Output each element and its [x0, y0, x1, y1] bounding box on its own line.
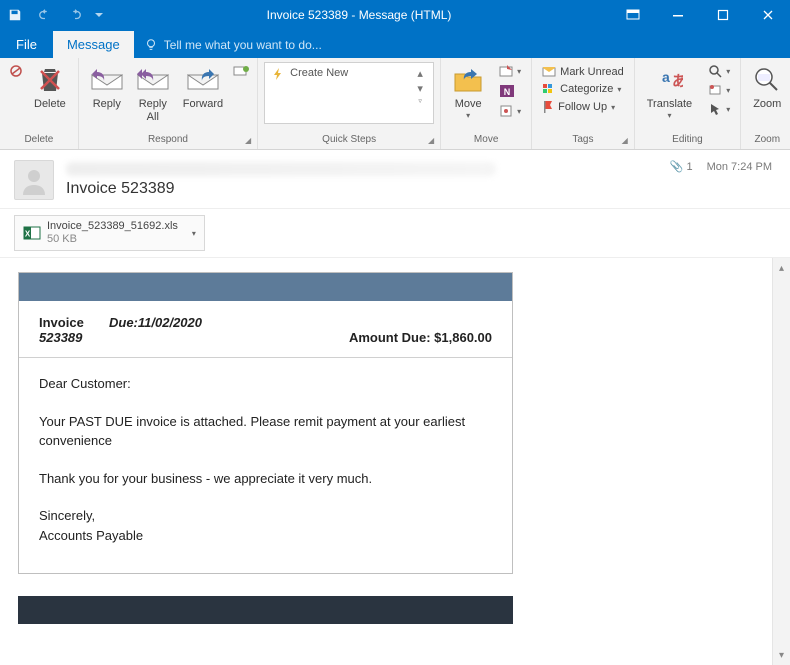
- tab-message[interactable]: Message: [53, 31, 134, 58]
- quicksteps-gallery[interactable]: Create New ▴ ▾ ▿: [264, 62, 434, 124]
- invoice-label: Invoice: [39, 315, 109, 330]
- select-button[interactable]: ▾: [704, 100, 734, 118]
- reply-button[interactable]: Reply: [85, 62, 129, 113]
- dialog-launcher-icon[interactable]: ◢: [245, 136, 251, 145]
- rules-button[interactable]: ▾: [495, 62, 525, 80]
- svg-text:N: N: [504, 87, 511, 97]
- ribbon-group-label: Editing: [641, 134, 734, 147]
- message-timestamp: Mon 7:24 PM: [707, 161, 772, 173]
- reply-all-button[interactable]: Reply All: [131, 62, 175, 125]
- dialog-launcher-icon[interactable]: ◢: [428, 136, 434, 145]
- find-button[interactable]: ▾: [704, 62, 734, 80]
- attachment-size: 50 KB: [47, 233, 178, 246]
- translate-button[interactable]: aあ Translate ▾: [641, 62, 698, 122]
- scrollbar[interactable]: ▴ ▾: [772, 258, 790, 665]
- svg-text:a: a: [662, 69, 670, 85]
- move-button[interactable]: Move ▾: [447, 62, 489, 122]
- mark-unread-button[interactable]: Mark Unread: [538, 64, 628, 80]
- invoice-line1: Your PAST DUE invoice is attached. Pleas…: [39, 412, 492, 451]
- zoom-button[interactable]: Zoom: [747, 62, 787, 113]
- message-body: Invoice 523389 Due:11/02/2020 Amount Due…: [0, 258, 772, 665]
- minimize-button[interactable]: [655, 0, 700, 30]
- attach-count: 📎 1: [670, 160, 693, 173]
- attachment-menu-icon[interactable]: ▾: [192, 229, 196, 238]
- actions-button[interactable]: ▾: [495, 102, 525, 120]
- delete-button[interactable]: Delete: [28, 62, 72, 113]
- sender-recipient-blurred: [66, 162, 496, 176]
- save-icon[interactable]: [0, 0, 30, 30]
- ribbon-group-zoom: Zoom Zoom: [741, 58, 790, 149]
- avatar: [14, 160, 54, 200]
- invoice-due: Due:11/02/2020: [109, 315, 349, 330]
- gallery-more-icon[interactable]: ▿: [418, 97, 422, 105]
- attachment-name: Invoice_523389_51692.xls: [47, 220, 178, 233]
- svg-text:X: X: [25, 230, 31, 239]
- invoice-amount: Amount Due: $1,860.00: [349, 330, 492, 345]
- invoice-number: 523389: [39, 330, 109, 345]
- ribbon-group-editing: aあ Translate ▾ ▾ ▾ ▾ Editing: [635, 58, 741, 149]
- close-button[interactable]: [745, 0, 790, 30]
- message-subject: Invoice 523389: [66, 180, 776, 198]
- scroll-up-icon[interactable]: ▴: [774, 260, 790, 276]
- ribbon-group-move: Move ▾ ▾ N ▾ Move: [441, 58, 532, 149]
- categorize-button[interactable]: Categorize ▾: [538, 81, 628, 97]
- ribbon-group-label: Respond◢: [85, 134, 251, 147]
- ribbon-group-label: Delete: [6, 134, 72, 147]
- invoice-banner: [19, 273, 512, 301]
- ribbon-group-delete: Delete Delete: [0, 58, 79, 149]
- maximize-button[interactable]: [700, 0, 745, 30]
- ribbon-group-label: Quick Steps◢: [264, 134, 434, 147]
- respond-more-button[interactable]: [231, 62, 251, 82]
- ribbon-group-label: Tags◢: [538, 134, 628, 147]
- message-header: Invoice 523389 📎 1 Mon 7:24 PM: [0, 150, 790, 209]
- ribbon-group-tags: Mark Unread Categorize ▾ Follow Up ▾ Tag…: [532, 58, 635, 149]
- svg-text:あ: あ: [672, 73, 683, 90]
- gallery-up-icon[interactable]: ▴: [417, 67, 423, 80]
- ribbon-group-quicksteps: Create New ▴ ▾ ▿ Quick Steps◢: [258, 58, 441, 149]
- scroll-down-icon[interactable]: ▾: [774, 647, 790, 663]
- ribbon-group-label: Move: [447, 134, 525, 147]
- ribbon-display-icon[interactable]: [610, 0, 655, 30]
- dialog-launcher-icon[interactable]: ◢: [622, 136, 628, 145]
- ribbon-group-label: Zoom: [747, 134, 787, 147]
- invoice-greeting: Dear Customer:: [39, 374, 492, 394]
- ribbon: Delete Delete Reply Reply All Forward Re…: [0, 58, 790, 150]
- ribbon-group-respond: Reply Reply All Forward Respond◢: [79, 58, 258, 149]
- invoice-card: Invoice 523389 Due:11/02/2020 Amount Due…: [18, 272, 513, 574]
- ignore-button[interactable]: [6, 62, 26, 82]
- gallery-down-icon[interactable]: ▾: [417, 82, 423, 95]
- excel-icon: X: [23, 224, 41, 242]
- lightning-icon: [271, 67, 285, 81]
- related-button[interactable]: ▾: [704, 81, 734, 99]
- redo-icon[interactable]: [60, 0, 90, 30]
- lightbulb-icon: [144, 38, 158, 52]
- forward-button[interactable]: Forward: [177, 62, 229, 113]
- invoice-signoff1: Sincerely,: [39, 508, 95, 523]
- onenote-button[interactable]: N: [495, 81, 525, 101]
- tab-file[interactable]: File: [0, 31, 53, 58]
- qat-more-icon[interactable]: [90, 0, 108, 30]
- followup-button[interactable]: Follow Up ▾: [538, 98, 628, 116]
- invoice-line2: Thank you for your business - we appreci…: [39, 469, 492, 489]
- invoice-signoff2: Accounts Payable: [39, 528, 143, 543]
- attachment-chip[interactable]: X Invoice_523389_51692.xls 50 KB ▾: [14, 215, 205, 251]
- window-title: Invoice 523389 - Message (HTML): [108, 8, 610, 22]
- tab-bar: File Message Tell me what you want to do…: [0, 30, 790, 58]
- attachment-row: X Invoice_523389_51692.xls 50 KB ▾: [0, 209, 790, 258]
- titlebar: Invoice 523389 - Message (HTML): [0, 0, 790, 30]
- undo-icon[interactable]: [30, 0, 60, 30]
- tellme-search[interactable]: Tell me what you want to do...: [134, 32, 332, 58]
- invoice-footer-bar: [18, 596, 513, 624]
